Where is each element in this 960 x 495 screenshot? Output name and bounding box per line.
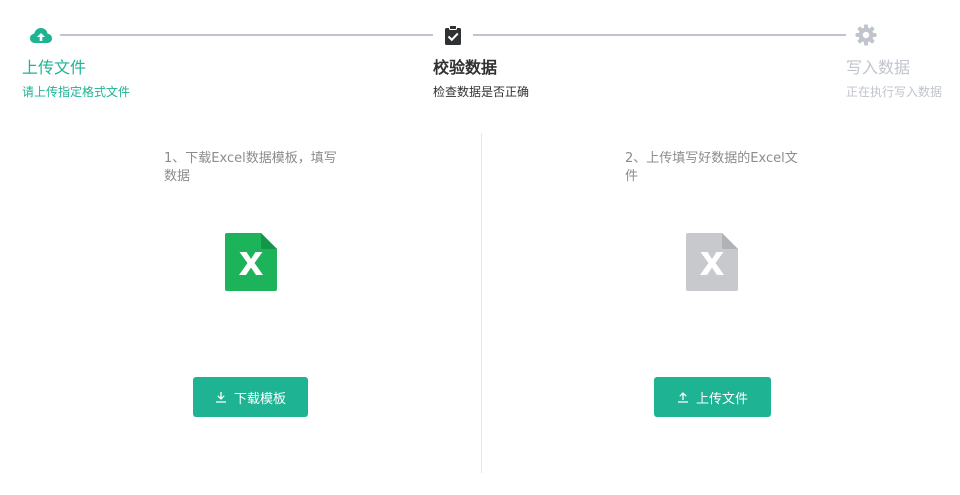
upload-file-label: 上传文件 xyxy=(695,391,748,407)
download-template-button[interactable]: 下载模板 xyxy=(193,377,308,417)
download-icon xyxy=(215,391,227,403)
step-1-desc: 请上传指定格式文件 xyxy=(22,85,131,99)
upload-file-button[interactable]: 上传文件 xyxy=(654,377,771,417)
step-connector-2 xyxy=(473,34,846,36)
cloud-upload-icon xyxy=(28,22,54,48)
gear-icon xyxy=(853,22,879,48)
download-template-label: 下载模板 xyxy=(233,391,286,407)
excel-file-icon xyxy=(225,233,277,291)
step-3-desc: 正在执行写入数据 xyxy=(846,85,943,99)
step-2-desc: 检查数据是否正确 xyxy=(433,85,530,99)
step-3-title: 写入数据 xyxy=(846,58,911,77)
download-instruction: 1、下载Excel数据模板，填写数据 xyxy=(164,151,337,184)
upload-icon xyxy=(677,391,689,403)
clipboard-check-icon xyxy=(440,22,466,48)
excel-file-disabled-icon xyxy=(686,233,738,291)
step-2-title: 校验数据 xyxy=(433,58,498,77)
upload-instruction: 2、上传填写好数据的Excel文件 xyxy=(625,151,798,184)
step-connector-1 xyxy=(60,34,433,36)
panel-divider xyxy=(481,133,482,473)
step-1-title: 上传文件 xyxy=(22,58,87,77)
